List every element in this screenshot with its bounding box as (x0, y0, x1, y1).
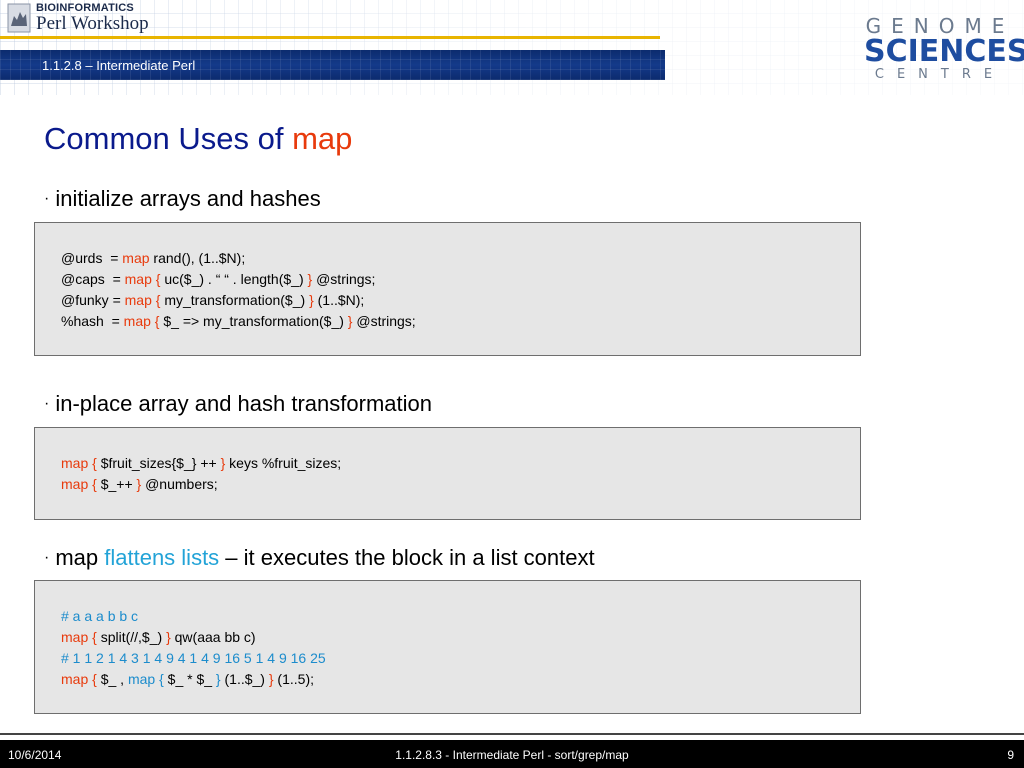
slide-footer: 10/6/2014 1.1.2.8.3 - Intermediate Perl … (0, 740, 1024, 768)
gsc-line-3: CENTRE (874, 67, 1006, 82)
bullet-2-text: in-place array and hash transformation (55, 391, 432, 416)
code-text: $fruit_sizes{$_} ++ (96, 455, 221, 471)
code-text: qw(aaa bb c) (170, 629, 256, 645)
bullet-marker: · (44, 395, 50, 412)
bullet-1: · initialize arrays and hashes (44, 186, 321, 212)
code-text: @strings; (352, 313, 416, 329)
code-text: @funky = (61, 292, 125, 308)
code-text: $_ * $_ (163, 671, 216, 687)
code-keyword-inner: map { (127, 671, 164, 687)
workshop-logo: BIOINFORMATICS Perl Workshop (6, 2, 149, 34)
bullet-3-suffix: – it executes the block in a list contex… (219, 545, 595, 570)
code-text: @caps = (61, 271, 125, 287)
code-text: uc($_) . “ “ . length($_) (160, 271, 308, 287)
code-text: $_++ (96, 476, 137, 492)
code-block-2: map { $fruit_sizes{$_} ++ } keys %fruit_… (34, 427, 861, 520)
logo-bottom-text: Perl Workshop (36, 13, 149, 34)
code-keyword: map { (124, 271, 161, 287)
code-1-lines: @urds = map rand(), (1..$N); @caps = map… (61, 248, 416, 332)
title-prefix: Common Uses of (44, 121, 293, 156)
gsc-line-1: GENOME (865, 14, 1015, 38)
code-keyword: map { (123, 313, 160, 329)
code-text: @strings; (312, 271, 376, 287)
code-text: rand(), (1..$N); (149, 250, 246, 266)
code-text: keys %fruit_sizes; (225, 455, 342, 471)
code-keyword: map { (61, 629, 97, 645)
bullet-marker: · (44, 190, 50, 207)
bullet-2: · in-place array and hash transformation (44, 391, 432, 417)
slide-header: BIOINFORMATICS Perl Workshop 1.1.2.8 – I… (0, 0, 1024, 95)
accent-line (0, 36, 660, 39)
title-keyword: map (292, 121, 353, 156)
footer-divider (0, 733, 1024, 735)
bullet-marker: · (44, 549, 50, 566)
bullet-3-highlight: flattens lists (104, 545, 220, 570)
code-block-3: # a a a b b c map { split(//,$_) } qw(aa… (34, 580, 861, 714)
code-text: @urds = (61, 250, 123, 266)
code-text: (1..$_) (220, 671, 269, 687)
code-comment: # a a a b b c (61, 608, 139, 624)
gsc-line-2: SCIENCES (864, 34, 1024, 69)
code-3-lines: # a a a b b c map { split(//,$_) } qw(aa… (61, 606, 326, 690)
code-keyword: map { (124, 292, 161, 308)
code-text: split(//,$_) (96, 629, 167, 645)
code-text: (1..5); (273, 671, 315, 687)
genome-sciences-centre-logo: GENOME SCIENCES CENTRE (864, 14, 1024, 82)
code-text: $_ , (96, 671, 128, 687)
bullet-1-text: initialize arrays and hashes (55, 186, 321, 211)
bullet-3: · map flattens lists – it executes the bl… (44, 545, 595, 571)
code-block-1: @urds = map rand(), (1..$N); @caps = map… (34, 222, 861, 356)
slide-title: Common Uses of map (44, 121, 352, 157)
code-keyword: map { (61, 671, 97, 687)
code-text: @numbers; (141, 476, 218, 492)
footer-title: 1.1.2.8.3 - Intermediate Perl - sort/gre… (395, 748, 629, 762)
code-text: %hash = (61, 313, 124, 329)
code-2-lines: map { $fruit_sizes{$_} ++ } keys %fruit_… (61, 453, 341, 495)
course-banner: 1.1.2.8 – Intermediate Perl (0, 50, 665, 80)
camel-logo-icon (7, 3, 31, 33)
code-text: (1..$N); (313, 292, 365, 308)
code-keyword: map (122, 250, 150, 266)
banner-text: 1.1.2.8 – Intermediate Perl (42, 58, 196, 73)
code-keyword: map { (61, 455, 97, 471)
bullet-3-prefix: map (55, 545, 105, 570)
code-text: $_ => my_transformation($_) (159, 313, 348, 329)
code-text: my_transformation($_) (160, 292, 310, 308)
page-number: 9 (1007, 748, 1014, 762)
code-comment: # 1 1 2 1 4 3 1 4 9 4 1 4 9 16 5 1 4 9 1… (61, 650, 326, 666)
code-keyword: map { (61, 476, 97, 492)
